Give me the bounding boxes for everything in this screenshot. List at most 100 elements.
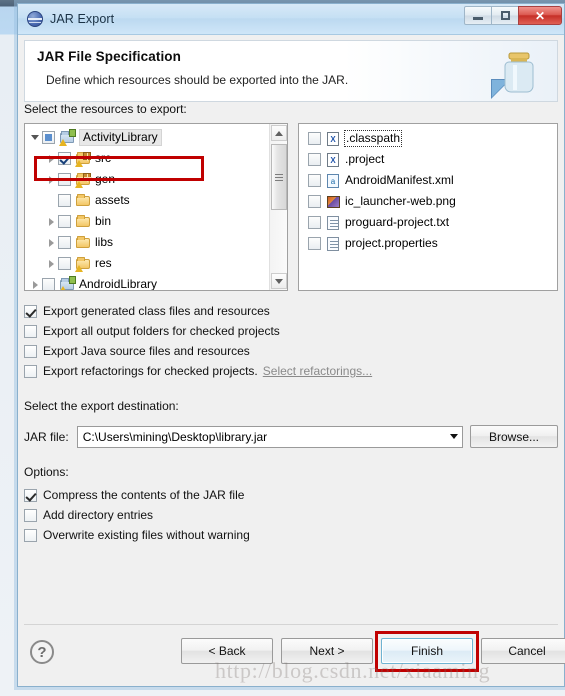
java-project-icon [59, 128, 76, 146]
dialog-header-banner: JAR File Specification Define which reso… [24, 40, 558, 102]
export-option-row[interactable]: Export all output folders for checked pr… [24, 321, 558, 341]
browse-button[interactable]: Browse... [470, 425, 558, 448]
tree-expander-icon[interactable] [45, 236, 58, 249]
maximize-button[interactable] [491, 6, 519, 25]
next-button[interactable]: Next > [281, 638, 373, 664]
file-row[interactable]: X .classpath [299, 128, 557, 149]
tree-expander-icon[interactable] [29, 278, 42, 290]
jar-option-checkbox[interactable] [24, 528, 37, 542]
options-label: Options: [24, 465, 69, 479]
tree-row[interactable]: res [25, 253, 268, 274]
jar-export-dialog: JAR Export ✕ JAR File Specification Defi… [17, 3, 565, 687]
tree-row[interactable]: assets [25, 190, 268, 211]
resource-tree[interactable]: ActivityLibrary src gen assets bin libs res And… [24, 123, 288, 291]
export-option-label: Export generated class files and resourc… [43, 304, 270, 318]
folder-icon [75, 193, 91, 209]
chevron-down-icon[interactable] [445, 427, 462, 447]
export-option-row[interactable]: Export Java source files and resources [24, 341, 558, 361]
close-button[interactable]: ✕ [518, 6, 562, 25]
tree-expander-icon[interactable] [29, 131, 42, 144]
jar-option-checkbox[interactable] [24, 488, 37, 502]
file-row[interactable]: X .project [299, 149, 557, 170]
page-title: JAR File Specification [37, 49, 181, 64]
finish-button[interactable]: Finish [381, 638, 473, 664]
folder-warning-icon [75, 256, 91, 272]
export-option-checkbox[interactable] [24, 304, 37, 318]
file-checkbox[interactable] [308, 195, 321, 208]
tree-checkbox[interactable] [42, 278, 55, 290]
export-option-checkbox[interactable] [24, 324, 37, 338]
file-row-label: project.properties [345, 236, 438, 250]
file-row[interactable]: project.properties [299, 233, 557, 254]
file-row[interactable]: a AndroidManifest.xml [299, 170, 557, 191]
tree-expander-icon[interactable] [45, 257, 58, 270]
help-button[interactable]: ? [30, 640, 54, 664]
jar-option-row[interactable]: Compress the contents of the JAR file [24, 485, 558, 505]
tree-expander-icon[interactable] [45, 152, 58, 165]
tree-row-label: bin [95, 214, 112, 228]
scroll-up-button[interactable] [271, 125, 287, 141]
select-refactorings-link[interactable]: Select refactorings... [263, 364, 372, 378]
tree-expander-icon[interactable] [45, 215, 58, 228]
export-option-checkbox[interactable] [24, 364, 37, 378]
export-option-row[interactable]: Export generated class files and resourc… [24, 301, 558, 321]
export-option-checkbox[interactable] [24, 344, 37, 358]
cancel-button[interactable]: Cancel [481, 638, 565, 664]
scrollbar-thumb[interactable] [271, 144, 287, 210]
tree-row[interactable]: gen [25, 169, 268, 190]
tree-expander-icon[interactable] [45, 173, 58, 186]
tree-row-label: res [95, 256, 112, 270]
java-project-icon [59, 275, 76, 290]
tree-checkbox[interactable] [58, 152, 71, 165]
minimize-icon [473, 17, 483, 20]
chevron-up-icon [275, 130, 283, 136]
tree-checkbox[interactable] [58, 194, 71, 207]
export-option-row[interactable]: Export refactorings for checked projects… [24, 361, 558, 381]
file-checkbox[interactable] [308, 216, 321, 229]
jar-option-row[interactable]: Add directory entries [24, 505, 558, 525]
tree-row[interactable]: src [25, 148, 268, 169]
window-controls: ✕ [464, 6, 562, 25]
tree-checkbox[interactable] [42, 131, 55, 144]
tree-row[interactable]: ActivityLibrary [25, 127, 268, 148]
tree-row-label: assets [95, 193, 130, 207]
file-row-label: ic_launcher-web.png [345, 194, 456, 208]
resource-file-list[interactable]: X .classpath X .project a AndroidManifest.xml… [298, 123, 558, 291]
file-row[interactable]: proguard-project.txt [299, 212, 557, 233]
file-checkbox[interactable] [308, 174, 321, 187]
tree-row[interactable]: libs [25, 232, 268, 253]
tree-vertical-scrollbar[interactable] [269, 124, 287, 290]
tree-checkbox[interactable] [58, 236, 71, 249]
tree-row-label: ActivityLibrary [79, 129, 162, 146]
resource-lists: ActivityLibrary src gen assets bin libs res And… [24, 123, 558, 291]
tree-row-label: gen [95, 172, 116, 186]
tree-checkbox[interactable] [58, 173, 71, 186]
file-row[interactable]: ic_launcher-web.png [299, 191, 557, 212]
text-file-icon [325, 215, 341, 231]
tree-row[interactable]: AndroidLibrary [25, 274, 268, 290]
page-subtitle: Define which resources should be exporte… [46, 73, 349, 87]
file-checkbox[interactable] [308, 237, 321, 250]
file-checkbox[interactable] [308, 153, 321, 166]
jar-option-row[interactable]: Overwrite existing files without warning [24, 525, 558, 545]
dialog-body: Select the resources to export: Activity… [24, 102, 558, 620]
destination-label: Select the export destination: [24, 399, 179, 413]
jar-file-input[interactable]: C:\Users\mining\Desktop\library.jar [78, 430, 445, 444]
xml-file-icon: X [325, 131, 341, 147]
folder-icon [75, 214, 91, 230]
jar-option-label: Add directory entries [43, 508, 154, 522]
tree-checkbox[interactable] [58, 215, 71, 228]
export-options-group: Export generated class files and resourc… [24, 301, 558, 381]
file-checkbox[interactable] [308, 132, 321, 145]
jar-option-checkbox[interactable] [24, 508, 37, 522]
tree-row[interactable]: bin [25, 211, 268, 232]
resource-tree-rows: ActivityLibrary src gen assets bin libs res And… [25, 124, 268, 290]
scroll-down-button[interactable] [271, 273, 287, 289]
file-row-label: proguard-project.txt [345, 215, 450, 229]
minimize-button[interactable] [464, 6, 492, 25]
tree-checkbox[interactable] [58, 257, 71, 270]
jar-export-icon [27, 11, 43, 27]
destination-row: JAR file: C:\Users\mining\Desktop\librar… [24, 425, 558, 448]
back-button[interactable]: < Back [181, 638, 273, 664]
jar-file-combo[interactable]: C:\Users\mining\Desktop\library.jar [76, 425, 463, 448]
